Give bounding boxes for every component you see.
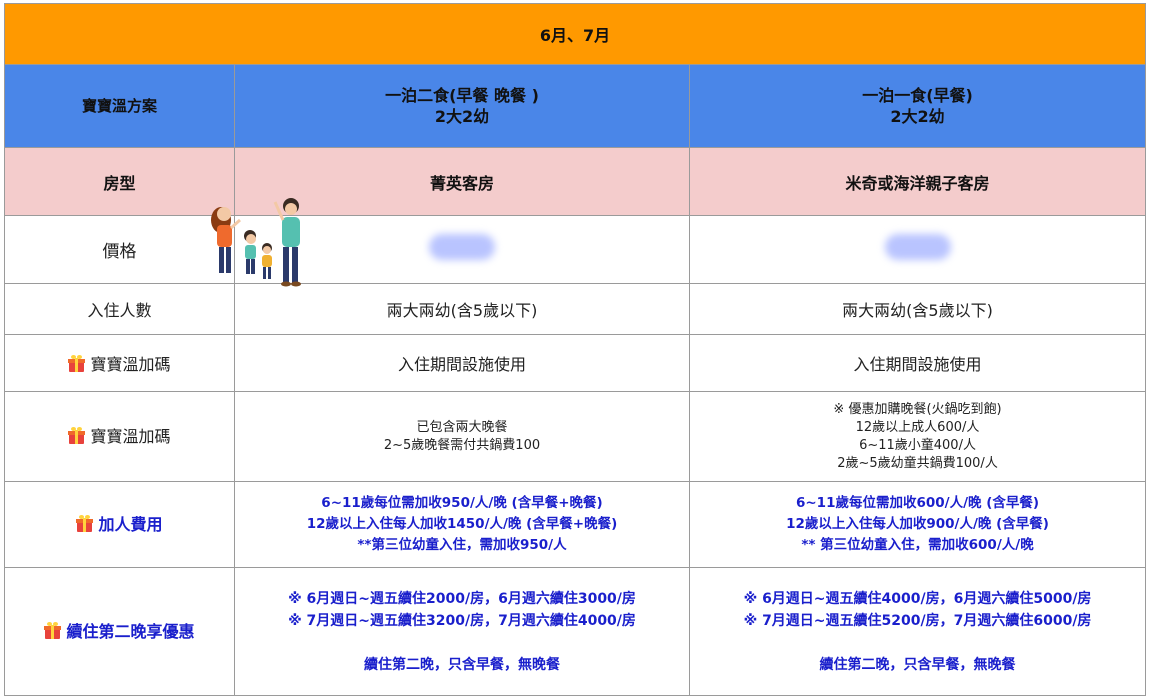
perk-row-1: 寶寶溫加碼 入住期間設施使用 入住期間設施使用 <box>4 334 1147 392</box>
stay-col1-line: 續住第二晚，只含早餐，無晚餐 <box>364 656 560 673</box>
perk2-col2-line: ※ 優惠加購晚餐(火鍋吃到飽) <box>833 401 1002 417</box>
stay-label: 續住第二晚享優惠 <box>66 621 195 641</box>
extra-col2-line: ** 第三位幼童入住，需加收600/人/晚 <box>801 537 1034 553</box>
stay-col2-line: ※ 7月週日~週五續住5200/房，7月週六續住6000/房 <box>743 612 1092 629</box>
extra-col2: 6~11歲每位需加收600/人/晚 (含早餐) 12歲以上入住每人加收900/人… <box>688 481 1147 568</box>
perk2-col2-line: 6~11歲小童400/人 <box>859 437 976 453</box>
stay-col1-line: ※ 7月週日~週五續住3200/房，7月週六續住4000/房 <box>288 612 636 629</box>
stay-col1-spacer <box>241 632 683 654</box>
stay-col2-line: ※ 6月週日~週五續住4000/房，6月週六續住5000/房 <box>743 590 1092 607</box>
people-row: 入住人數 兩大兩幼(含5歲以下) 兩大兩幼(含5歲以下) <box>4 283 1147 335</box>
stay-label-cell: 續住第二晚享優惠 <box>4 567 235 696</box>
plan-col1-line1: 一泊二食(早餐 晚餐 ) <box>385 86 539 105</box>
family-illustration-icon <box>211 198 301 287</box>
perk2-label-cell: 寶寶溫加碼 <box>4 391 235 482</box>
plan-table: 6月、7月 寶寶溫方案 一泊二食(早餐 晚餐 ) 2大2幼 一泊一食(早餐) 2… <box>3 3 1147 696</box>
stay-col2: ※ 6月週日~週五續住4000/房，6月週六續住5000/房 ※ 7月週日~週五… <box>688 567 1147 696</box>
extra-col1-line: 6~11歲每位需加收950/人/晚 (含早餐+晚餐) <box>321 495 603 511</box>
room-label: 房型 <box>4 147 235 216</box>
extended-stay-row: 續住第二晚享優惠 ※ 6月週日~週五續住2000/房，6月週六續住3000/房 … <box>4 567 1147 696</box>
title-row: 6月、7月 <box>3 3 1147 65</box>
perk-row-2: 寶寶溫加碼 已包含兩大晚餐 2~5歲晚餐需付共鍋費100 ※ 優惠加購晚餐(火鍋… <box>4 391 1147 482</box>
room-col2: 米奇或海洋親子客房 <box>688 147 1147 216</box>
table-title: 6月、7月 <box>3 3 1147 65</box>
perk1-col1: 入住期間設施使用 <box>234 334 690 392</box>
extra-label-cell: 加人費用 <box>4 481 235 568</box>
extra-col1-line: **第三位幼童入住，需加收950/人 <box>357 537 567 553</box>
extra-col1: 6~11歲每位需加收950/人/晚 (含早餐+晚餐) 12歲以上入住每人加收14… <box>234 481 690 568</box>
extra-label: 加人費用 <box>98 515 163 534</box>
extra-col2-line: 12歲以上入住每人加收900/人/晚 (含早餐) <box>786 516 1049 532</box>
perk1-col2: 入住期間設施使用 <box>688 334 1147 392</box>
plan-col2: 一泊一食(早餐) 2大2幼 <box>688 64 1147 148</box>
perk2-col1: 已包含兩大晚餐 2~5歲晚餐需付共鍋費100 <box>234 391 690 482</box>
perk2-label: 寶寶溫加碼 <box>90 427 171 446</box>
gift-icon <box>68 355 86 372</box>
plan-col2-line1: 一泊一食(早餐) <box>862 86 973 105</box>
people-label: 入住人數 <box>4 283 235 335</box>
plan-col1-line2: 2大2幼 <box>434 107 490 126</box>
gift-icon <box>68 427 86 444</box>
perk2-col2: ※ 優惠加購晚餐(火鍋吃到飽) 12歲以上成人600/人 6~11歲小童400/… <box>688 391 1147 482</box>
stay-col2-line: 續住第二晚，只含早餐，無晚餐 <box>819 656 1016 673</box>
plan-label: 寶寶溫方案 <box>4 64 235 148</box>
extra-col2-line: 6~11歲每位需加收600/人/晚 (含早餐) <box>795 495 1040 511</box>
stay-col2-spacer <box>696 632 1139 654</box>
perk1-label: 寶寶溫加碼 <box>90 355 171 374</box>
people-col2: 兩大兩幼(含5歲以下) <box>688 283 1147 335</box>
perk2-col1-line: 2~5歲晚餐需付共鍋費100 <box>383 437 541 453</box>
blurred-price-icon <box>884 234 951 260</box>
plan-col2-line2: 2大2幼 <box>890 107 945 126</box>
price-col2 <box>688 215 1147 284</box>
gift-icon <box>44 621 62 639</box>
extra-col1-line: 12歲以上入住每人加收1450/人/晚 (含早餐+晚餐) <box>306 516 618 532</box>
stay-col1-line: ※ 6月週日~週五續住2000/房，6月週六續住3000/房 <box>288 590 636 607</box>
perk1-label-cell: 寶寶溫加碼 <box>4 334 235 392</box>
gift-icon <box>76 515 94 532</box>
stay-col1: ※ 6月週日~週五續住2000/房，6月週六續住3000/房 ※ 7月週日~週五… <box>234 567 690 696</box>
perk2-col2-line: 12歲以上成人600/人 <box>855 419 980 435</box>
room-row: 房型 菁英客房 米奇或海洋親子客房 <box>4 147 1147 216</box>
extra-fee-row: 加人費用 6~11歲每位需加收950/人/晚 (含早餐+晚餐) 12歲以上入住每… <box>4 481 1147 568</box>
blurred-price-icon <box>429 234 495 260</box>
price-row: 價格 <box>4 215 1147 284</box>
plan-row: 寶寶溫方案 一泊二食(早餐 晚餐 ) 2大2幼 一泊一食(早餐) 2大2幼 <box>4 64 1147 148</box>
plan-col1: 一泊二食(早餐 晚餐 ) 2大2幼 <box>234 64 690 148</box>
perk2-col1-line: 已包含兩大晚餐 <box>416 419 508 435</box>
price-label: 價格 <box>4 215 235 284</box>
perk2-col2-line: 2歲~5歲幼童共鍋費100/人 <box>837 455 998 471</box>
